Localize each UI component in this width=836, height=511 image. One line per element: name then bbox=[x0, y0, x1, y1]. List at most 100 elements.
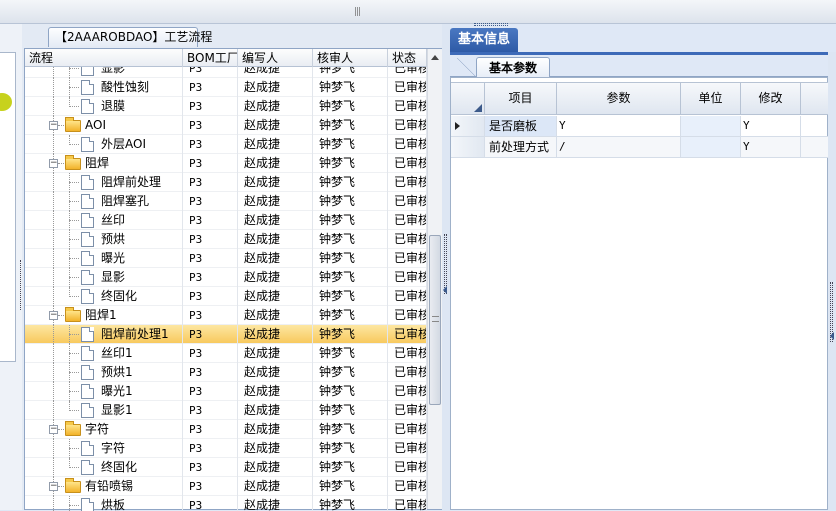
tree-row[interactable]: 预烘1 P3 赵成捷 钟梦飞 已审核 bbox=[25, 363, 427, 382]
tree-row[interactable]: 外层AOI P3 赵成捷 钟梦飞 已审核 bbox=[25, 135, 427, 154]
tree-node[interactable]: 丝印1 bbox=[25, 344, 183, 363]
tree-node[interactable]: 阻焊前处理1 bbox=[25, 325, 183, 344]
tree-node[interactable]: 预烘 bbox=[25, 230, 183, 249]
tree-node[interactable]: 阻焊前处理 bbox=[25, 173, 183, 192]
tree-row[interactable]: 终固化 P3 赵成捷 钟梦飞 已审核 bbox=[25, 287, 427, 306]
tree-guide-line bbox=[53, 401, 54, 420]
tree-row[interactable]: 退膜 P3 赵成捷 钟梦飞 已审核 bbox=[25, 97, 427, 116]
tree-row[interactable]: 终固化 P3 赵成捷 钟梦飞 已审核 bbox=[25, 458, 427, 477]
toolbar-grip-icon[interactable]: ||| bbox=[352, 7, 362, 17]
column-header-status[interactable]: 状态 bbox=[388, 49, 427, 67]
collapse-arrow-icon[interactable] bbox=[443, 286, 447, 294]
tab-grip-icon[interactable] bbox=[474, 23, 508, 26]
collapse-toggle-icon[interactable]: − bbox=[49, 121, 58, 130]
tree-node[interactable]: 退膜 bbox=[25, 97, 183, 116]
select-all-corner[interactable] bbox=[451, 83, 485, 114]
collapse-arrow-icon[interactable] bbox=[830, 332, 834, 340]
collapse-toggle-icon[interactable]: − bbox=[49, 482, 58, 491]
top-toolbar: ||| bbox=[0, 0, 836, 24]
collapse-toggle-icon[interactable]: − bbox=[49, 159, 58, 168]
tree-row[interactable]: − 字符 P3 赵成捷 钟梦飞 已审核 bbox=[25, 420, 427, 439]
tree-node[interactable]: 曝光 bbox=[25, 249, 183, 268]
tree-node[interactable]: − 字符 bbox=[25, 420, 183, 439]
tree-guide-line bbox=[69, 258, 79, 259]
tree-row[interactable]: − 阻焊1 P3 赵成捷 钟梦飞 已审核 bbox=[25, 306, 427, 325]
tree-row[interactable]: 阻焊前处理1 P3 赵成捷 钟梦飞 已审核 bbox=[25, 325, 427, 344]
tree-row[interactable]: 酸性蚀刻 P3 赵成捷 钟梦飞 已审核 bbox=[25, 78, 427, 97]
column-header-process[interactable]: 流程 bbox=[25, 49, 183, 67]
params-row[interactable]: 是否磨板 Y Y bbox=[451, 116, 829, 137]
tree-row[interactable]: 阻焊前处理 P3 赵成捷 钟梦飞 已审核 bbox=[25, 173, 427, 192]
column-header-modify[interactable]: 修改 bbox=[741, 83, 801, 114]
tree-node[interactable]: 外层AOI bbox=[25, 135, 183, 154]
column-header-reviewer[interactable]: 核审人 bbox=[313, 49, 388, 67]
document-icon bbox=[81, 270, 94, 285]
modify-cell[interactable]: Y bbox=[741, 116, 801, 136]
column-header-param[interactable]: 参数 bbox=[557, 83, 681, 114]
author-cell: 赵成捷 bbox=[238, 154, 313, 173]
modify-cell[interactable]: Y bbox=[741, 137, 801, 157]
tree-row[interactable]: 烘板 P3 赵成捷 钟梦飞 已审核 bbox=[25, 496, 427, 511]
tree-node[interactable]: 显影 bbox=[25, 67, 183, 78]
tree-node[interactable]: 预烘1 bbox=[25, 363, 183, 382]
center-splitter[interactable] bbox=[442, 24, 450, 510]
param-cell[interactable]: / bbox=[557, 137, 681, 157]
column-header-author[interactable]: 编写人 bbox=[238, 49, 313, 67]
tree-node[interactable]: 终固化 bbox=[25, 458, 183, 477]
tree-row[interactable]: − AOI P3 赵成捷 钟梦飞 已审核 bbox=[25, 116, 427, 135]
author-cell: 赵成捷 bbox=[238, 211, 313, 230]
tree-node[interactable]: 字符 bbox=[25, 439, 183, 458]
collapse-toggle-icon[interactable]: − bbox=[49, 311, 58, 320]
tree-row[interactable]: 曝光 P3 赵成捷 钟梦飞 已审核 bbox=[25, 249, 427, 268]
tree-node[interactable]: 显影1 bbox=[25, 401, 183, 420]
tree-guide-line bbox=[69, 410, 79, 411]
scrollbar-thumb[interactable] bbox=[429, 235, 441, 405]
tab-basic-params[interactable]: 基本参数 bbox=[457, 57, 550, 78]
param-cell[interactable]: Y bbox=[557, 116, 681, 136]
tree-node[interactable]: 曝光1 bbox=[25, 382, 183, 401]
tree-row[interactable]: 显影 P3 赵成捷 钟梦飞 已审核 bbox=[25, 67, 427, 78]
folder-icon bbox=[65, 478, 81, 493]
tree-node[interactable]: − 阻焊1 bbox=[25, 306, 183, 325]
column-header-bom-factory[interactable]: BOM工厂 bbox=[183, 49, 238, 67]
tree-node[interactable]: − AOI bbox=[25, 116, 183, 135]
tree-row[interactable]: 阻焊塞孔 P3 赵成捷 钟梦飞 已审核 bbox=[25, 192, 427, 211]
tree-node[interactable]: 显影 bbox=[25, 268, 183, 287]
column-header-unit[interactable]: 单位 bbox=[681, 83, 741, 114]
column-header-item[interactable]: 项目 bbox=[485, 83, 557, 114]
tree-row[interactable]: 预烘 P3 赵成捷 钟梦飞 已审核 bbox=[25, 230, 427, 249]
document-icon bbox=[81, 441, 94, 456]
item-cell[interactable]: 是否磨板 bbox=[485, 116, 557, 136]
row-header[interactable] bbox=[451, 116, 485, 136]
collapse-toggle-icon[interactable]: − bbox=[49, 425, 58, 434]
row-header[interactable] bbox=[451, 137, 485, 157]
tree-node[interactable]: 终固化 bbox=[25, 287, 183, 306]
author-cell: 赵成捷 bbox=[238, 439, 313, 458]
tab-basic-info[interactable]: 基本信息 bbox=[450, 28, 518, 52]
right-splitter[interactable] bbox=[828, 52, 836, 510]
tree-node[interactable]: 烘板 bbox=[25, 496, 183, 511]
tree-row[interactable]: 字符 P3 赵成捷 钟梦飞 已审核 bbox=[25, 439, 427, 458]
tree-row[interactable]: 丝印1 P3 赵成捷 钟梦飞 已审核 bbox=[25, 344, 427, 363]
unit-cell[interactable] bbox=[681, 116, 741, 136]
tree-row[interactable]: 显影1 P3 赵成捷 钟梦飞 已审核 bbox=[25, 401, 427, 420]
tree-node[interactable]: − 阻焊 bbox=[25, 154, 183, 173]
tree-node[interactable]: − 有铅喷锡 bbox=[25, 477, 183, 496]
params-row[interactable]: 前处理方式 / Y bbox=[451, 137, 829, 158]
tree-node[interactable]: 丝印 bbox=[25, 211, 183, 230]
tree-node[interactable]: 阻焊塞孔 bbox=[25, 192, 183, 211]
tree-row[interactable]: 曝光1 P3 赵成捷 钟梦飞 已审核 bbox=[25, 382, 427, 401]
vertical-scrollbar[interactable] bbox=[427, 49, 442, 509]
tree-node[interactable]: 酸性蚀刻 bbox=[25, 78, 183, 97]
tab-process-flow[interactable]: 【2AAAROBDAO】工艺流程 bbox=[48, 27, 212, 47]
tree-row[interactable]: 显影 P3 赵成捷 钟梦飞 已审核 bbox=[25, 268, 427, 287]
tree-row[interactable]: − 有铅喷锡 P3 赵成捷 钟梦飞 已审核 bbox=[25, 477, 427, 496]
item-cell[interactable]: 前处理方式 bbox=[485, 137, 557, 157]
tree-header: 流程 BOM工厂 编写人 核审人 状态 bbox=[25, 49, 427, 67]
scroll-up-icon[interactable] bbox=[431, 55, 439, 60]
reviewer-cell: 钟梦飞 bbox=[313, 344, 388, 363]
tree-row[interactable]: − 阻焊 P3 赵成捷 钟梦飞 已审核 bbox=[25, 154, 427, 173]
unit-cell[interactable] bbox=[681, 137, 741, 157]
tree-row[interactable]: 丝印 P3 赵成捷 钟梦飞 已审核 bbox=[25, 211, 427, 230]
reviewer-cell: 钟梦飞 bbox=[313, 439, 388, 458]
